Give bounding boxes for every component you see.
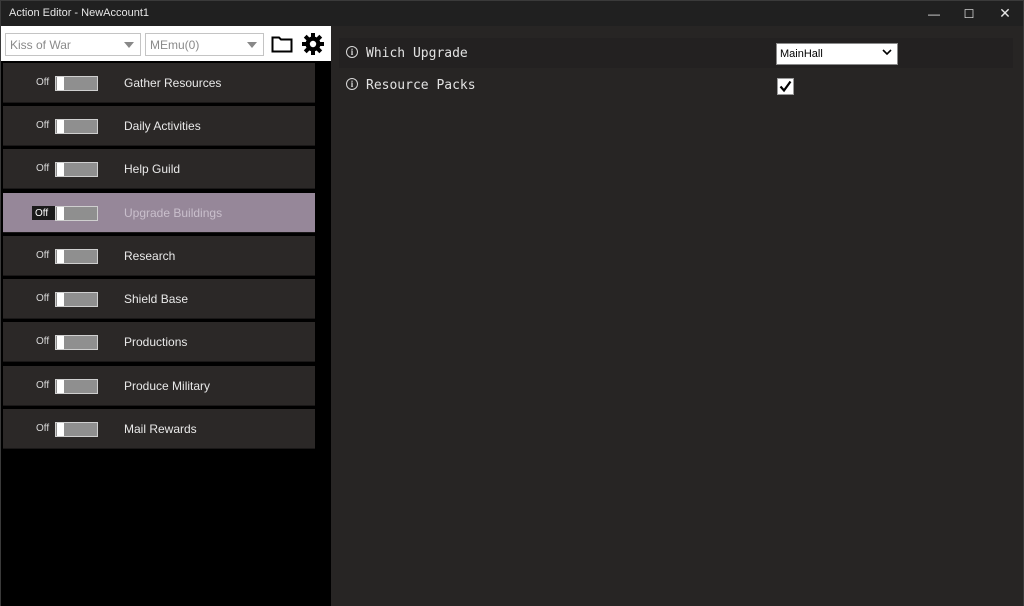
resource-packs-checkbox[interactable] [777,78,794,95]
toggle-state-label: Off [32,206,56,220]
toggle-thumb [57,163,64,176]
action-item-research[interactable]: Off Research [3,236,315,276]
toggle-thumb [57,207,64,220]
action-item-daily-activities[interactable]: Off Daily Activities [3,106,315,146]
toggle-thumb [57,293,64,306]
toggle-state-label: Off [36,120,50,131]
toggle-thumb [57,77,64,90]
action-toggle[interactable] [55,379,98,394]
actions-sidebar: Kiss of War MEmu(0) Off Gather Resources… [1,26,331,606]
resource-packs-label: Resource Packs [366,78,476,93]
setting-row-resource-packs: i Resource Packs [339,70,1013,100]
action-toggle[interactable] [55,292,98,307]
setting-row-which-upgrade: i Which Upgrade MainHall [339,38,1013,68]
toggle-state-label: Off [36,423,50,434]
info-icon[interactable]: i [346,46,358,58]
chevron-down-icon [881,46,893,61]
close-button[interactable]: ✕ [988,1,1022,26]
toggle-thumb [57,380,64,393]
toggle-state-label: Off [36,163,50,174]
action-item-shield-base[interactable]: Off Shield Base [3,279,315,319]
toggle-thumb [57,120,64,133]
action-label: Mail Rewards [124,422,197,436]
dropdown-arrow-icon [247,42,257,48]
action-label: Upgrade Buildings [124,206,223,220]
action-label: Produce Military [124,379,211,393]
action-item-mail-rewards[interactable]: Off Mail Rewards [3,409,315,449]
maximize-button[interactable]: ☐ [952,1,986,26]
action-item-gather-resources[interactable]: Off Gather Resources [3,63,315,103]
toggle-thumb [57,250,64,263]
action-settings-panel: i Which Upgrade MainHall i Resource Pack… [331,26,1023,606]
action-toggle[interactable] [55,76,98,91]
toggle-thumb [57,423,64,436]
toggle-state-label: Off [36,250,50,261]
action-toggle[interactable] [55,422,98,437]
sidebar-toolbar: Kiss of War MEmu(0) [1,26,331,61]
toggle-state-label: Off [36,293,50,304]
title-bar[interactable]: Action Editor - NewAccount1 — ☐ ✕ [1,1,1023,26]
action-item-productions[interactable]: Off Productions [3,322,315,362]
action-toggle[interactable] [55,162,98,177]
dropdown-arrow-icon [124,42,134,48]
device-select-value: MEmu(0) [150,38,200,52]
info-icon[interactable]: i [346,78,358,90]
action-label: Shield Base [124,292,189,306]
action-label: Daily Activities [124,119,201,133]
action-label: Productions [124,335,188,349]
action-label: Help Guild [124,162,181,176]
which-upgrade-select[interactable]: MainHall [776,43,898,65]
action-editor-window: Action Editor - NewAccount1 — ☐ ✕ Kiss o… [0,0,1024,606]
which-upgrade-value: MainHall [780,48,823,60]
window-title: Action Editor - NewAccount1 [9,7,150,19]
which-upgrade-label: Which Upgrade [366,46,468,61]
folder-icon[interactable] [270,33,294,55]
action-toggle[interactable] [55,119,98,134]
action-toggle[interactable] [55,206,98,221]
toggle-state-label: Off [36,380,50,391]
action-toggle[interactable] [55,249,98,264]
minimize-button[interactable]: — [917,1,951,26]
game-select[interactable]: Kiss of War [5,33,141,56]
toggle-thumb [57,336,64,349]
device-select[interactable]: MEmu(0) [145,33,264,56]
toggle-state-label: Off [36,336,50,347]
action-item-produce-military[interactable]: Off Produce Military [3,366,315,406]
toggle-state-label: Off [36,77,50,88]
checkmark-icon [779,80,792,93]
gear-icon[interactable] [301,33,325,55]
action-toggle[interactable] [55,335,98,350]
action-item-upgrade-buildings[interactable]: Off Upgrade Buildings [3,193,315,233]
action-item-help-guild[interactable]: Off Help Guild [3,149,315,189]
game-select-value: Kiss of War [10,38,71,52]
action-label: Gather Resources [124,76,222,90]
action-label: Research [124,249,176,263]
